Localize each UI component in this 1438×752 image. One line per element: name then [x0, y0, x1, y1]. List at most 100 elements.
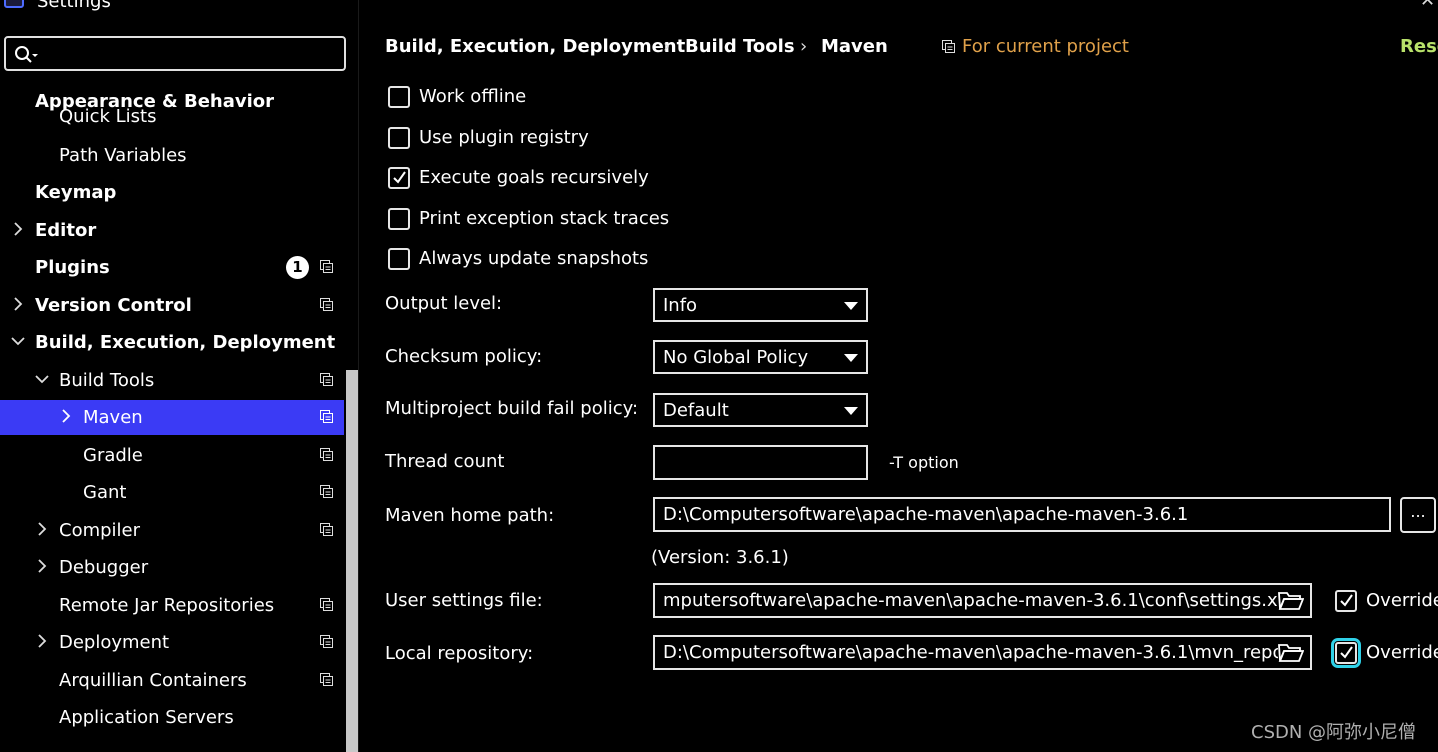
fail-policy-select[interactable]: Default [653, 393, 868, 427]
tree-item-label: Maven [83, 407, 143, 428]
tree-item-label: Version Control [35, 295, 192, 316]
local-repository-input[interactable]: D:\Computersoftware\apache-maven\apache-… [653, 635, 1312, 670]
thread-count-label: Thread count [385, 451, 505, 472]
tree-item-application-servers[interactable]: Application Servers [0, 700, 344, 735]
tree-item-label: Remote Jar Repositories [59, 595, 275, 616]
tree-item-deployment[interactable]: Deployment [0, 625, 344, 660]
tree-item-plugins[interactable]: Plugins 1 [0, 250, 344, 285]
tree-item-build-execution-deployment[interactable]: Build, Execution, Deployment [0, 325, 344, 360]
project-scope-icon [320, 523, 333, 536]
tree-item-label: Appearance & Behavior [35, 91, 275, 112]
project-scope-icon [320, 410, 333, 423]
checkbox-label: Execute goals recursively [419, 167, 649, 188]
checkmark-icon [393, 171, 406, 184]
update-snapshots-checkbox[interactable] [388, 248, 410, 270]
chevron-right-icon[interactable] [12, 221, 24, 237]
chevron-right-icon[interactable] [36, 558, 48, 574]
tree-item-appearance-behavior[interactable]: Appearance & Behavior [0, 82, 344, 112]
settings-search[interactable] [4, 36, 346, 71]
checkbox-label: Print exception stack traces [419, 208, 670, 229]
tree-item-compiler[interactable]: Compiler [0, 513, 344, 548]
tree-item-label: Compiler [59, 520, 141, 541]
maven-home-combo[interactable]: D:\Computersoftware\apache-maven\apache-… [653, 497, 1391, 532]
checkbox-label: Work offline [419, 86, 527, 107]
breadcrumb-separator: › [663, 36, 671, 57]
project-scope-icon [320, 260, 333, 273]
chevron-down-icon[interactable] [10, 333, 26, 349]
input-value: D:\Computersoftware\apache-maven\apache-… [663, 504, 1189, 525]
stack-traces-checkbox[interactable] [388, 208, 410, 230]
input-value: D:\Computersoftware\apache-maven\apache-… [663, 642, 1284, 663]
tree-item-build-tools[interactable]: Build Tools [0, 363, 344, 398]
project-scope-icon [320, 635, 333, 648]
tree-item-label: Build, Execution, Deployment [35, 332, 336, 353]
user-settings-override-checkbox[interactable] [1335, 590, 1357, 612]
tree-item-maven[interactable]: Maven [0, 400, 344, 435]
breadcrumb-separator: › [800, 36, 808, 57]
chevron-right-icon[interactable] [36, 633, 48, 649]
tree-item-gradle[interactable]: Gradle [0, 438, 344, 473]
fail-policy-label: Multiproject build fail policy: [385, 398, 639, 419]
maven-version-text: (Version: 3.6.1) [651, 547, 789, 568]
checkbox-label: Always update snapshots [419, 248, 649, 269]
tree-item-label: Deployment [59, 632, 170, 653]
select-value: No Global Policy [663, 347, 809, 368]
dropdown-arrow-icon [844, 407, 858, 415]
tree-item-label: Debugger [59, 557, 149, 578]
tree-item-gant[interactable]: Gant [0, 475, 344, 510]
chevron-right-icon[interactable] [12, 296, 24, 312]
folder-icon[interactable] [1278, 590, 1304, 611]
scope-label: For current project [962, 36, 1129, 57]
tree-item-label: Keymap [35, 182, 117, 203]
chevron-down-icon[interactable] [34, 371, 50, 387]
tree-item-label: Editor [35, 220, 97, 241]
local-repository-override-checkbox[interactable] [1331, 638, 1361, 668]
project-scope-icon [320, 485, 333, 498]
checkmark-icon [1340, 646, 1353, 659]
work-offline-checkbox[interactable] [388, 86, 410, 108]
project-scope-icon [320, 373, 333, 386]
thread-count-hint: -T option [889, 453, 959, 472]
goals-recursive-checkbox[interactable] [388, 167, 410, 189]
thread-count-input[interactable] [653, 445, 868, 480]
search-icon [15, 46, 38, 63]
user-settings-input[interactable]: mputersoftware\apache-maven\apache-maven… [653, 583, 1312, 618]
sidebar-scrollbar[interactable] [346, 370, 358, 752]
tree-item-path-variables[interactable]: Path Variables [0, 138, 344, 173]
project-scope-icon [320, 298, 333, 311]
dropdown-arrow-icon [844, 354, 858, 362]
tree-item-remote-jar-repositories[interactable]: Remote Jar Repositories [0, 588, 344, 623]
checksum-policy-label: Checksum policy: [385, 346, 543, 367]
close-icon[interactable]: ✕ [1420, 0, 1435, 10]
dropdown-arrow-icon [844, 302, 858, 310]
chevron-right-icon[interactable] [36, 521, 48, 537]
checksum-policy-select[interactable]: No Global Policy [653, 340, 868, 374]
tree-item-label: Gant [83, 482, 127, 503]
update-count-badge: 1 [286, 256, 309, 279]
tree-item-editor[interactable]: Editor [0, 213, 344, 248]
tree-item-arquillian-containers[interactable]: Arquillian Containers [0, 663, 344, 698]
project-scope-icon [942, 40, 955, 53]
output-level-label: Output level: [385, 293, 503, 314]
checkbox-label: Override [1366, 642, 1438, 663]
breadcrumb-build-execution-deployment[interactable]: Build, Execution, Deployment [385, 35, 685, 59]
breadcrumb-build-tools[interactable]: Build Tools [685, 35, 795, 59]
folder-icon[interactable] [1278, 642, 1304, 663]
tree-item-debugger[interactable]: Debugger [0, 550, 344, 585]
local-repository-label: Local repository: [385, 643, 534, 664]
settings-tree: Quick Lists Appearance & Behavior Path V… [0, 82, 346, 752]
app-icon [4, 0, 24, 8]
search-input[interactable] [40, 42, 339, 67]
user-settings-label: User settings file: [385, 590, 543, 611]
plugin-registry-checkbox[interactable] [388, 127, 410, 149]
tree-item-version-control[interactable]: Version Control [0, 288, 344, 323]
reset-link[interactable]: Reset [1400, 35, 1438, 59]
tree-item-label: Application Servers [59, 707, 234, 728]
project-scope-icon [320, 448, 333, 461]
tree-item-label: Gradle [83, 445, 143, 466]
tree-item-keymap[interactable]: Keymap [0, 175, 344, 210]
output-level-select[interactable]: Info [653, 288, 868, 322]
chevron-right-icon[interactable] [60, 408, 72, 424]
browse-button[interactable]: ... [1400, 497, 1436, 533]
input-value: mputersoftware\apache-maven\apache-maven… [663, 590, 1301, 611]
